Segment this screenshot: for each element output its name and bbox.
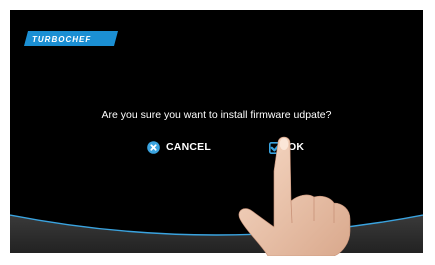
cancel-button-label: CANCEL [166, 141, 211, 153]
logo-text: TURBOCHEF [32, 35, 91, 44]
cancel-button[interactable]: CANCEL [147, 138, 211, 156]
footer-curve [10, 214, 423, 253]
pointing-hand [238, 131, 358, 256]
turbochef-logo: TURBOCHEF [24, 31, 118, 46]
confirm-message: Are you sure you want to install firmwar… [101, 109, 332, 121]
close-circle-icon [147, 140, 160, 154]
photo-stage: TURBOCHEF Are you sure you want to insta… [0, 0, 435, 265]
oven-touchscreen: TURBOCHEF Are you sure you want to insta… [10, 10, 423, 253]
